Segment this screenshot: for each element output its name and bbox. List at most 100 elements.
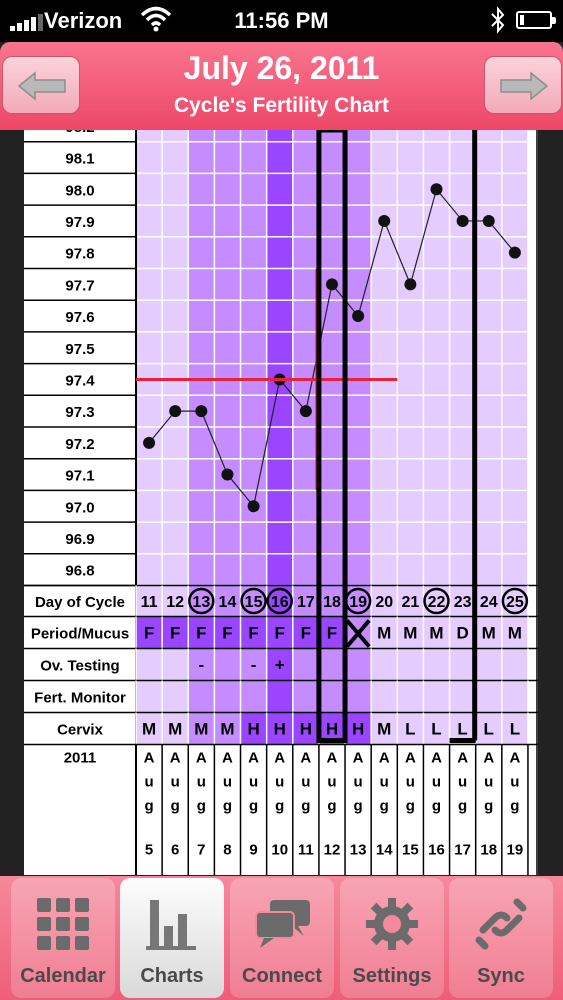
row-label-period: Period/Mucus <box>31 626 129 643</box>
date-month-letter: A <box>327 750 338 767</box>
temp-tick-label: 97.7 <box>65 277 94 294</box>
cervix-cell-value: H <box>352 720 364 739</box>
day-cell-value: 18 <box>323 594 341 611</box>
clock: 11:56 PM <box>234 8 329 33</box>
temp-column-bg <box>188 130 215 586</box>
data-cell-bg <box>423 680 450 713</box>
tab-connect[interactable]: Connect <box>230 878 334 998</box>
date-day-number: 9 <box>249 842 257 859</box>
date-day-number: 16 <box>428 842 445 859</box>
battery-icon <box>516 11 556 29</box>
ovtest-cell-value: - <box>251 656 257 675</box>
date-day-number: 18 <box>480 842 497 859</box>
date-month-letter: g <box>327 798 336 815</box>
period-cell-value: F <box>275 624 285 643</box>
temp-column-bg <box>475 130 502 586</box>
date-month-letter: u <box>458 774 467 791</box>
temp-column-bg <box>318 130 346 586</box>
cervix-cell-value: H <box>247 720 259 739</box>
data-cell-bg <box>345 680 372 713</box>
tab-sync-label: Sync <box>477 965 525 987</box>
data-cell-bg <box>371 648 398 681</box>
page-subtitle: Cycle's Fertility Chart <box>173 94 390 117</box>
day-cell-value: 25 <box>506 594 524 611</box>
data-cell-bg <box>240 680 267 713</box>
date-day-number: 7 <box>197 842 205 859</box>
period-cell-value: F <box>196 624 206 643</box>
date-month-letter: A <box>248 750 259 767</box>
date-month-letter: u <box>327 774 336 791</box>
date-month-letter: g <box>197 798 206 815</box>
temperature-point <box>325 278 338 291</box>
day-cell-value: 12 <box>166 594 184 611</box>
data-cell-bg <box>162 680 189 713</box>
temp-column-bg <box>292 130 319 586</box>
row-label-fert: Fert. Monitor <box>34 690 126 707</box>
data-cell-bg <box>397 680 424 713</box>
day-cell-value: 24 <box>480 594 498 611</box>
chart-header: July 26, 2011 Cycle's Fertility Chart <box>0 42 563 130</box>
temp-column-bg <box>162 130 189 586</box>
period-cell-value: F <box>170 624 180 643</box>
date-month-letter: u <box>406 774 415 791</box>
data-cell-bg <box>214 680 241 713</box>
date-month-letter: u <box>249 774 258 791</box>
date-month-letter: g <box>354 798 363 815</box>
temp-column-bg <box>501 130 528 586</box>
temperature-point <box>352 310 365 323</box>
date-month-letter: g <box>406 798 415 815</box>
tab-settings-label: Settings <box>352 965 432 987</box>
cervix-cell-value: L <box>405 720 415 739</box>
data-cell-bg <box>266 680 293 713</box>
day-cell-value: 16 <box>271 594 289 611</box>
date-month-letter: A <box>457 750 468 767</box>
date-month-letter: A <box>144 750 155 767</box>
tab-bar: Calendar Charts Connect Settings Sync <box>0 876 563 1000</box>
period-cell-value: F <box>301 624 311 643</box>
tab-sync[interactable]: Sync <box>449 878 553 998</box>
tab-charts-label: Charts <box>140 965 204 987</box>
date-day-number: 5 <box>145 842 153 859</box>
data-cell-bg <box>345 648 372 681</box>
date-day-number: 12 <box>324 842 341 859</box>
date-month-letter: g <box>484 798 493 815</box>
date-month-letter: u <box>301 774 310 791</box>
date-month-letter: g <box>171 798 180 815</box>
temperature-point <box>221 468 234 481</box>
temperature-point <box>482 214 495 227</box>
date-month-letter: A <box>300 750 311 767</box>
row-label-day: Day of Cycle <box>35 594 125 611</box>
period-cell-value: D <box>456 624 468 643</box>
temp-column-bg <box>240 130 267 586</box>
temperature-point <box>456 214 469 227</box>
cervix-cell-value: L <box>431 720 441 739</box>
period-cell-value: F <box>248 624 258 643</box>
date-month-letter: A <box>405 750 416 767</box>
bar-chart-icon <box>146 900 196 950</box>
temp-column-bg <box>449 130 476 586</box>
date-month-letter: A <box>222 750 233 767</box>
cervix-cell-value: H <box>274 720 286 739</box>
date-month-letter: g <box>380 798 389 815</box>
period-cell-value: M <box>377 624 391 643</box>
date-month-letter: u <box>484 774 493 791</box>
tab-calendar[interactable]: Calendar <box>11 878 115 998</box>
temp-column-bg <box>397 130 424 586</box>
date-month-letter: g <box>275 798 284 815</box>
date-month-letter: A <box>196 750 207 767</box>
fertility-chart[interactable]: 98.2 98.1 98.0 97.9 97.8 97.7 97.6 97.5 97.4 97.3… <box>24 130 538 875</box>
temp-column-bg <box>266 130 293 586</box>
temp-tick-label: 96.9 <box>65 531 94 548</box>
tab-charts[interactable]: Charts <box>120 878 224 998</box>
temp-column-bg <box>345 130 372 586</box>
day-cell-value: 13 <box>192 594 210 611</box>
date-day-number: 13 <box>350 842 367 859</box>
day-cell-value: 19 <box>349 594 367 611</box>
temperature-point <box>378 214 391 227</box>
date-day-number: 8 <box>223 842 231 859</box>
speech-bubbles-icon <box>255 900 310 948</box>
period-cell-value: M <box>403 624 417 643</box>
tab-settings[interactable]: Settings <box>340 878 444 998</box>
next-day-button[interactable] <box>484 56 562 114</box>
temperature-point <box>404 278 417 291</box>
